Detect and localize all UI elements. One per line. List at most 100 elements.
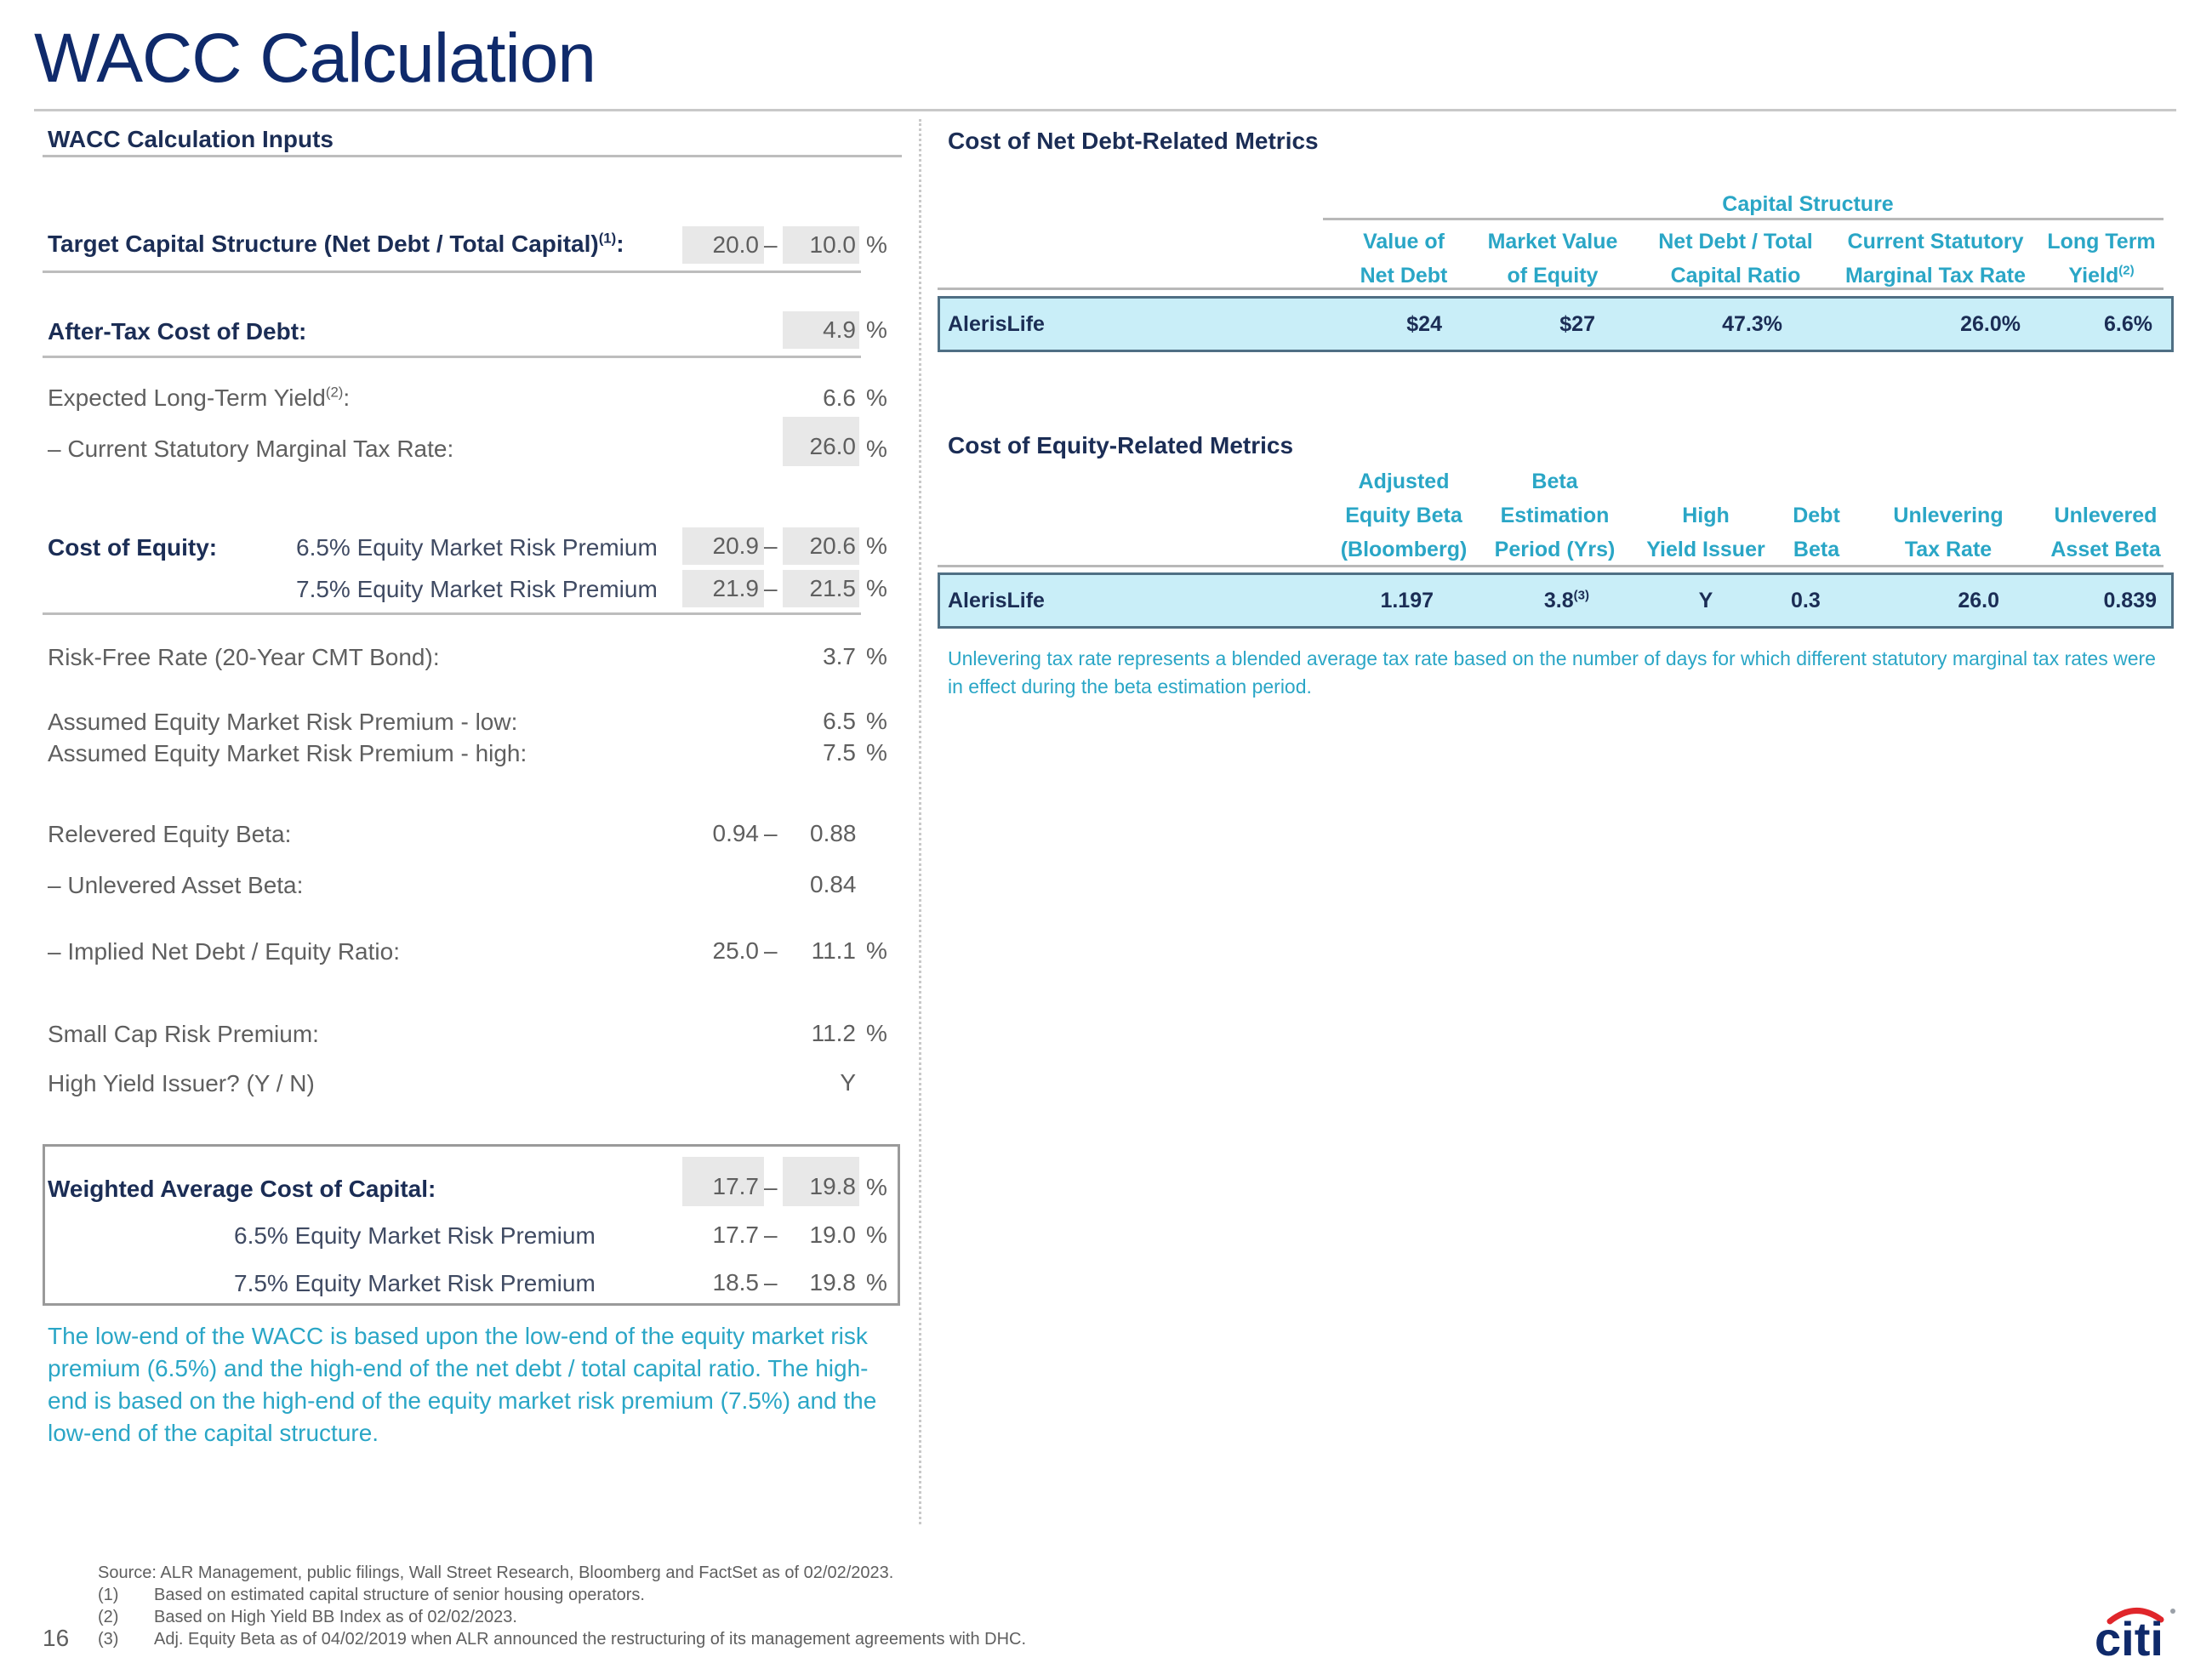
- col-header-line: Period (Yrs): [1494, 538, 1616, 561]
- coe-high: 21.5: [783, 570, 859, 607]
- market-value-equity: $27: [1559, 312, 1595, 336]
- erp-high-value: 7.5: [823, 739, 856, 766]
- range-dash: –: [764, 1174, 778, 1200]
- footnote-ref: (1): [598, 230, 617, 247]
- implied-ratio-high: 11.1: [811, 937, 856, 964]
- unit-percent: %: [866, 436, 887, 462]
- col-header-unlevering-tax: Unlevering Tax Rate: [1872, 498, 2025, 567]
- wacc-row-label: 7.5% Equity Market Risk Premium: [234, 1270, 596, 1296]
- col-header-line: Value of: [1363, 230, 1445, 253]
- erp-high-label: Assumed Equity Market Risk Premium - hig…: [48, 740, 527, 766]
- page-title: WACC Calculation: [34, 20, 596, 97]
- inputs-section-rule: [43, 155, 902, 157]
- range-dash: –: [764, 1269, 778, 1296]
- debt-beta: 0.3: [1791, 589, 1821, 612]
- range-dash: –: [764, 937, 778, 964]
- beta-estimation-period: 3.8(3): [1480, 575, 1589, 626]
- col-header-line: High: [1682, 504, 1730, 527]
- range-dash: –: [764, 575, 778, 601]
- after-tax-debt-label: After-Tax Cost of Debt:: [48, 318, 307, 345]
- long-term-yield: 6.6%: [2104, 312, 2152, 336]
- unlevering-tax-rate: 26.0: [1958, 589, 1999, 612]
- coe-row-label: 6.5% Equity Market Risk Premium: [296, 534, 658, 561]
- target-capital-low: 20.0: [682, 226, 764, 264]
- range-dash: –: [764, 1222, 778, 1248]
- relevered-beta-high: 0.88: [810, 820, 857, 846]
- footnote-text: Based on High Yield BB Index as of 02/02…: [154, 1608, 517, 1626]
- footnote-3: (3) Adj. Equity Beta as of 04/02/2019 whe…: [98, 1628, 1026, 1650]
- wacc-row-low: 17.7: [712, 1222, 760, 1248]
- header-bottom-rule: [938, 565, 2164, 567]
- risk-free-label: Risk-Free Rate (20-Year CMT Bond):: [48, 644, 440, 670]
- citi-arc-logo-icon: citi: [2095, 1608, 2175, 1663]
- col-header-line: Adjusted: [1358, 470, 1450, 493]
- footnote-ref: (2): [325, 384, 344, 401]
- marginal-tax-label: – Current Statutory Marginal Tax Rate:: [48, 436, 454, 462]
- risk-free-value: 3.7: [823, 643, 856, 669]
- company-name: AlerisLife: [948, 312, 1045, 336]
- wacc-row-low: 18.5: [712, 1269, 760, 1296]
- panel-divider: [919, 119, 921, 1524]
- implied-ratio-label: – Implied Net Debt / Equity Ratio:: [48, 938, 400, 965]
- target-capital-label: Target Capital Structure (Net Debt / Tot…: [48, 231, 624, 258]
- unlevered-beta-label: – Unlevered Asset Beta:: [48, 872, 304, 898]
- range-dash: –: [764, 533, 778, 559]
- coe-low: 20.9: [682, 527, 764, 565]
- group-header-rule: [1323, 218, 2164, 220]
- unlevered-asset-beta: 0.839: [2103, 589, 2157, 612]
- col-header-line: Tax Rate: [1904, 538, 1993, 561]
- col-header-long-term-yield: Long Term Yield(2): [2038, 225, 2165, 293]
- label-colon: :: [343, 384, 351, 411]
- col-header-line: Unlevering: [1893, 504, 2004, 527]
- wacc-label: Weighted Average Cost of Capital:: [48, 1176, 436, 1202]
- relevered-beta-low: 0.94: [712, 820, 760, 846]
- adjusted-equity-beta: 1.197: [1380, 589, 1434, 612]
- page-number: 16: [43, 1625, 70, 1651]
- wacc-low: 17.7: [682, 1157, 764, 1206]
- col-header-line: Market Value: [1487, 230, 1618, 253]
- col-header-net-debt-total-capital: Net Debt / Total Capital Ratio: [1646, 225, 1825, 293]
- wacc-row-high: 19.8: [809, 1269, 857, 1296]
- equity-metrics-title: Cost of Equity-Related Metrics: [948, 432, 1294, 458]
- col-header-line: (Bloomberg): [1340, 538, 1468, 561]
- col-header-line: Asset Beta: [2050, 538, 2161, 561]
- logo-text: citi: [2095, 1612, 2164, 1659]
- col-header-market-value-equity: Market Value of Equity: [1476, 225, 1629, 293]
- col-header-debt-beta: Debt Beta: [1782, 498, 1850, 567]
- high-yield-label: High Yield Issuer? (Y / N): [48, 1070, 315, 1096]
- high-yield-issuer: Y: [1698, 589, 1713, 612]
- range-dash: –: [764, 820, 778, 846]
- col-header-beta-period: Beta Estimation Period (Yrs): [1480, 464, 1629, 567]
- unit-percent: %: [866, 1269, 887, 1296]
- coe-row-label: 7.5% Equity Market Risk Premium: [296, 576, 658, 602]
- footnote-ref: (3): [1573, 588, 1589, 603]
- target-capital-high: 10.0: [783, 226, 859, 264]
- unit-percent: %: [866, 1222, 887, 1248]
- expected-yield-label: Expected Long-Term Yield(2):: [48, 384, 350, 412]
- col-header-adjusted-beta: Adjusted Equity Beta (Bloomberg): [1331, 464, 1476, 567]
- wacc-explanation-note: The low-end of the WACC is based upon th…: [48, 1323, 877, 1446]
- row-rule: [43, 356, 861, 358]
- unit-percent: %: [866, 1174, 887, 1200]
- source-note: Source: ALR Management, public filings, …: [98, 1563, 894, 1582]
- marginal-tax-value: 26.0: [783, 417, 859, 466]
- high-yield-value: Y: [840, 1069, 856, 1096]
- range-dash: –: [764, 231, 778, 258]
- wacc-row-label: 6.5% Equity Market Risk Premium: [234, 1222, 596, 1249]
- period-value: 3.8: [1543, 589, 1574, 612]
- expected-yield-value: 6.6: [823, 384, 856, 411]
- col-header-line: Beta: [1793, 538, 1840, 561]
- col-header-line: Current Statutory: [1847, 230, 2024, 253]
- inputs-section-title: WACC Calculation Inputs: [48, 126, 334, 152]
- small-cap-value: 11.2: [811, 1020, 856, 1046]
- after-tax-debt-value: 4.9: [783, 311, 859, 349]
- header-bottom-rule: [938, 288, 2164, 290]
- unit-percent: %: [866, 231, 887, 258]
- unit-percent: %: [866, 1020, 887, 1046]
- net-debt-capital-ratio: 47.3%: [1722, 312, 1782, 336]
- erp-low-label: Assumed Equity Market Risk Premium - low…: [48, 709, 518, 735]
- col-header-unlevered-asset-beta: Unlevered Asset Beta: [2038, 498, 2174, 567]
- relevered-beta-label: Relevered Equity Beta:: [48, 821, 292, 847]
- company-name: AlerisLife: [948, 589, 1045, 612]
- col-header-marginal-tax: Current Statutory Marginal Tax Rate: [1838, 225, 2033, 293]
